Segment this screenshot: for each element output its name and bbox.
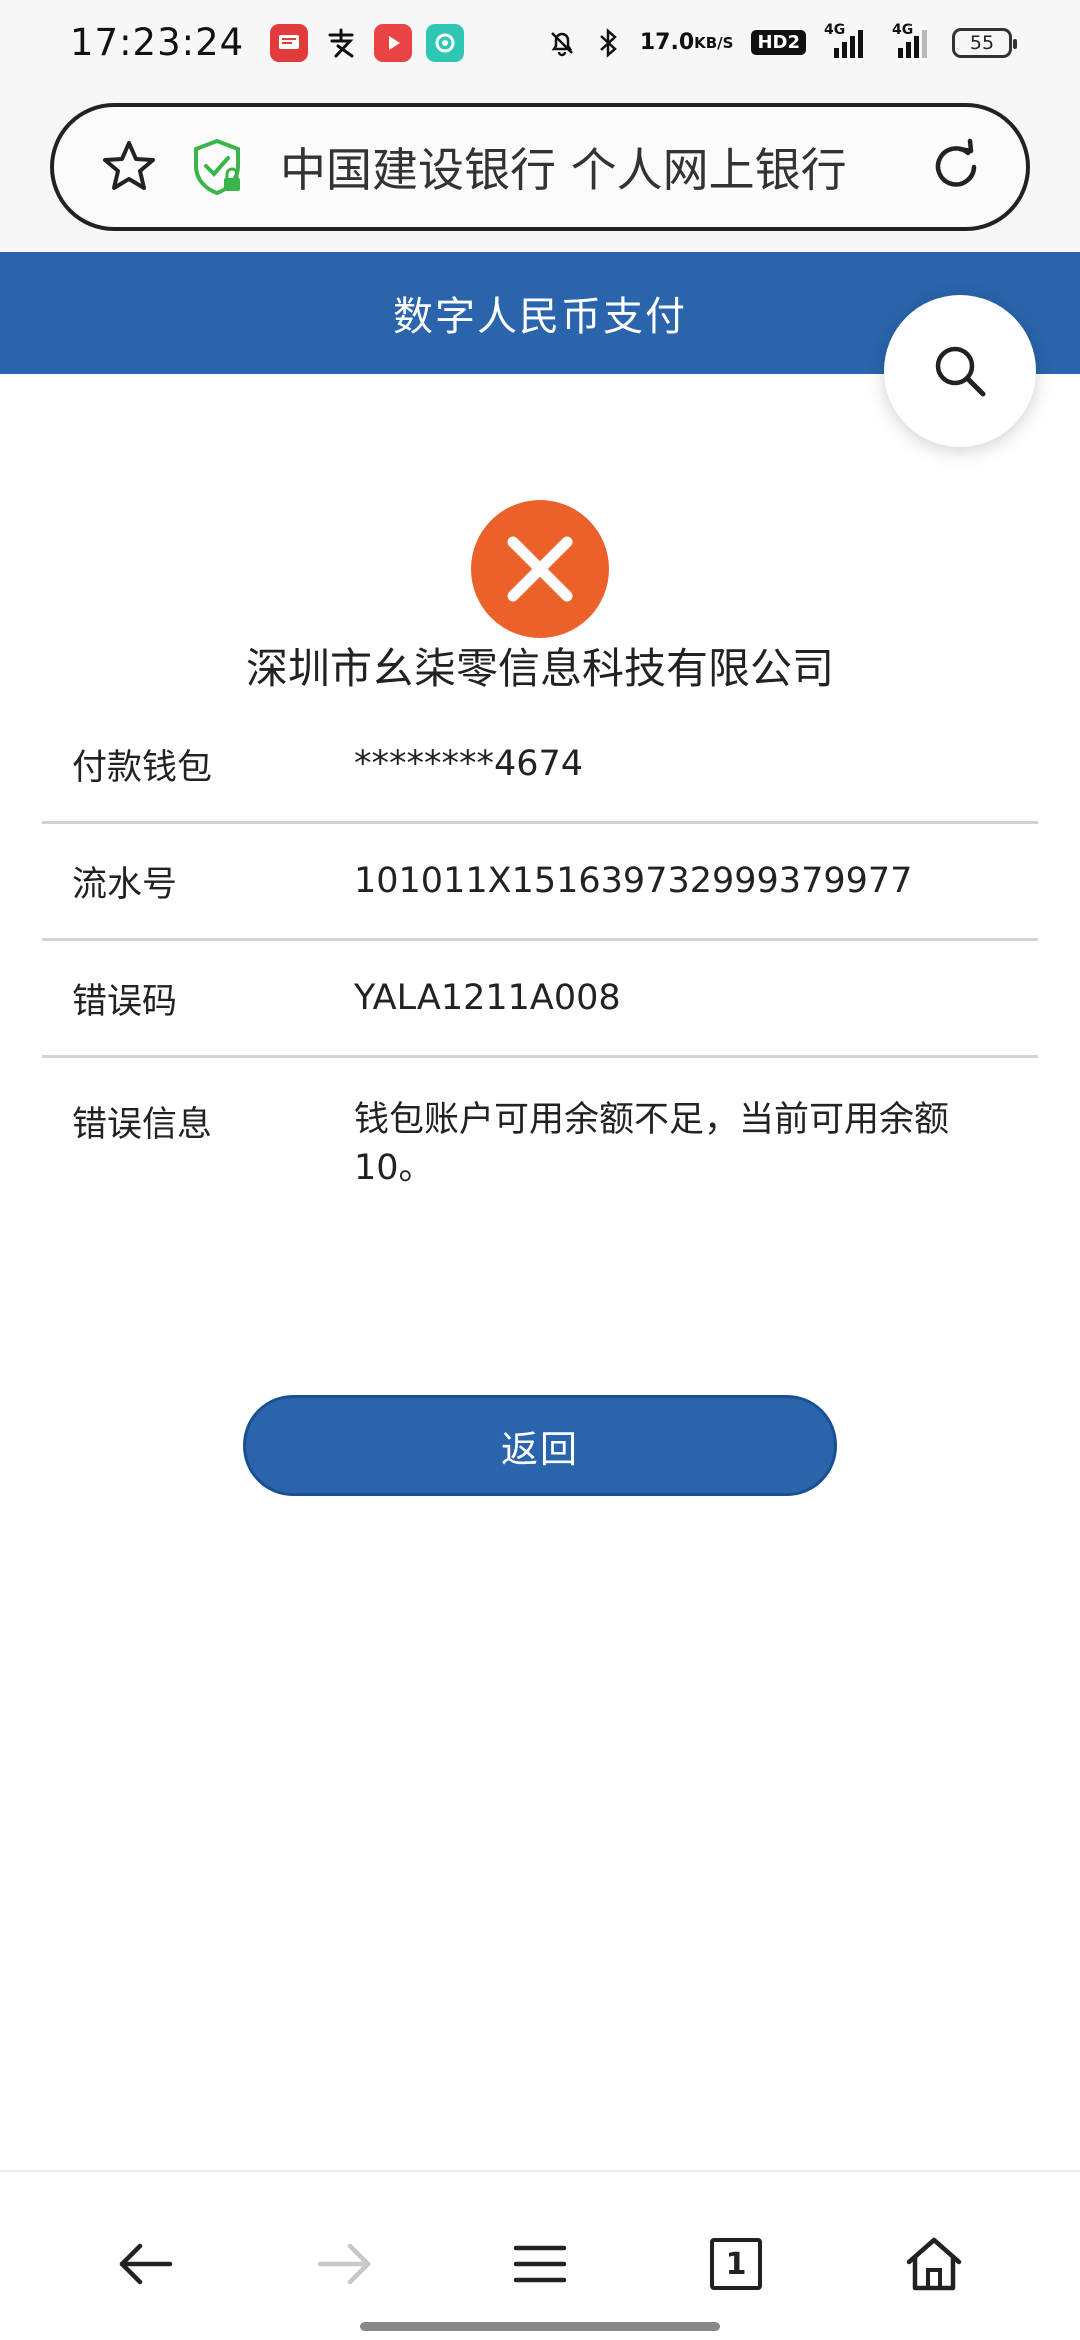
signal-icon-2: 4G [888, 22, 934, 60]
video-app-icon [374, 23, 413, 62]
bookmark-star-icon[interactable] [98, 136, 160, 198]
detail-label: 流水号 [72, 864, 178, 905]
detail-row-serial: 流水号 101011X151639732999379977 [42, 824, 1038, 941]
page: 17:23:24 17.0 KB/S HD2 4G 4G 55 中国建设银行 个… [0, 0, 1080, 2340]
forward-arrow-icon [317, 2243, 371, 2285]
alipay-app-icon [322, 24, 360, 62]
secure-shield-icon [188, 136, 246, 198]
gesture-home-indicator[interactable] [360, 2322, 720, 2331]
return-button[interactable]: 返回 [243, 1395, 837, 1496]
bluetooth-icon [596, 26, 622, 60]
status-right: 17.0 KB/S HD2 4G 4G 55 [546, 22, 1017, 60]
network-speed: 17.0 KB/S [639, 29, 734, 55]
home-button[interactable] [902, 2232, 966, 2296]
detail-row-wallet: 付款钱包 ********4674 [42, 707, 1038, 824]
detail-label: 付款钱包 [72, 747, 213, 788]
tabs-button[interactable]: 1 [704, 2232, 768, 2296]
detail-value: ********4674 [354, 744, 584, 784]
battery-indicator: 55 [952, 27, 1017, 58]
merchant-name: 深圳市幺柒零信息科技有限公司 [245, 644, 834, 693]
network-speed-unit: KB/S [694, 33, 734, 52]
address-bar[interactable]: 中国建设银行 个人网上银行 [50, 103, 1030, 231]
tab-count: 1 [725, 2246, 747, 2282]
status-app-icons [270, 23, 465, 62]
search-icon [935, 346, 986, 397]
signal-label-2: 4G [892, 21, 914, 38]
forward-button[interactable] [312, 2232, 376, 2296]
page-title-in-url[interactable]: 中国建设银行 个人网上银行 [280, 134, 906, 200]
menu-icon [513, 2245, 567, 2283]
menu-button[interactable] [508, 2232, 572, 2296]
home-icon [906, 2237, 962, 2291]
detail-value: 101011X151639732999379977 [354, 861, 913, 901]
status-bar: 17:23:24 17.0 KB/S HD2 4G 4G 55 [0, 0, 1080, 85]
detail-value: 钱包账户可用余额不足，当前可用余额10。 [354, 1100, 950, 1188]
detail-row-error-code: 错误码 YALA1211A008 [42, 941, 1038, 1058]
signal-label-1: 4G [824, 21, 846, 38]
detail-label: 错误信息 [72, 1105, 213, 1145]
back-arrow-icon [119, 2243, 173, 2285]
signal-icon-1: 4G [824, 22, 870, 60]
chat-app-icon [426, 23, 465, 62]
browser-bottom-nav: 1 [0, 2170, 1080, 2340]
status-time: 17:23:24 [70, 21, 245, 64]
back-button[interactable] [114, 2232, 178, 2296]
hd-badge: HD2 [751, 30, 806, 55]
detail-label: 错误码 [72, 981, 178, 1022]
payment-details: 付款钱包 ********4674 流水号 101011X15163973299… [42, 707, 1038, 1192]
search-button[interactable] [884, 295, 1036, 447]
news-app-icon [270, 23, 309, 62]
network-speed-value: 17.0 [639, 29, 695, 55]
detail-row-error-message: 错误信息 钱包账户可用余额不足，当前可用余额10。 [42, 1058, 1038, 1192]
tabs-count-icon: 1 [710, 2238, 762, 2290]
browser-toolbar: 中国建设银行 个人网上银行 [0, 85, 1080, 252]
detail-value: YALA1211A008 [354, 978, 621, 1018]
page-title: 数字人民币支付 [393, 294, 687, 340]
error-icon [471, 500, 609, 638]
mute-bell-icon [546, 27, 578, 59]
reload-icon[interactable] [926, 137, 986, 197]
